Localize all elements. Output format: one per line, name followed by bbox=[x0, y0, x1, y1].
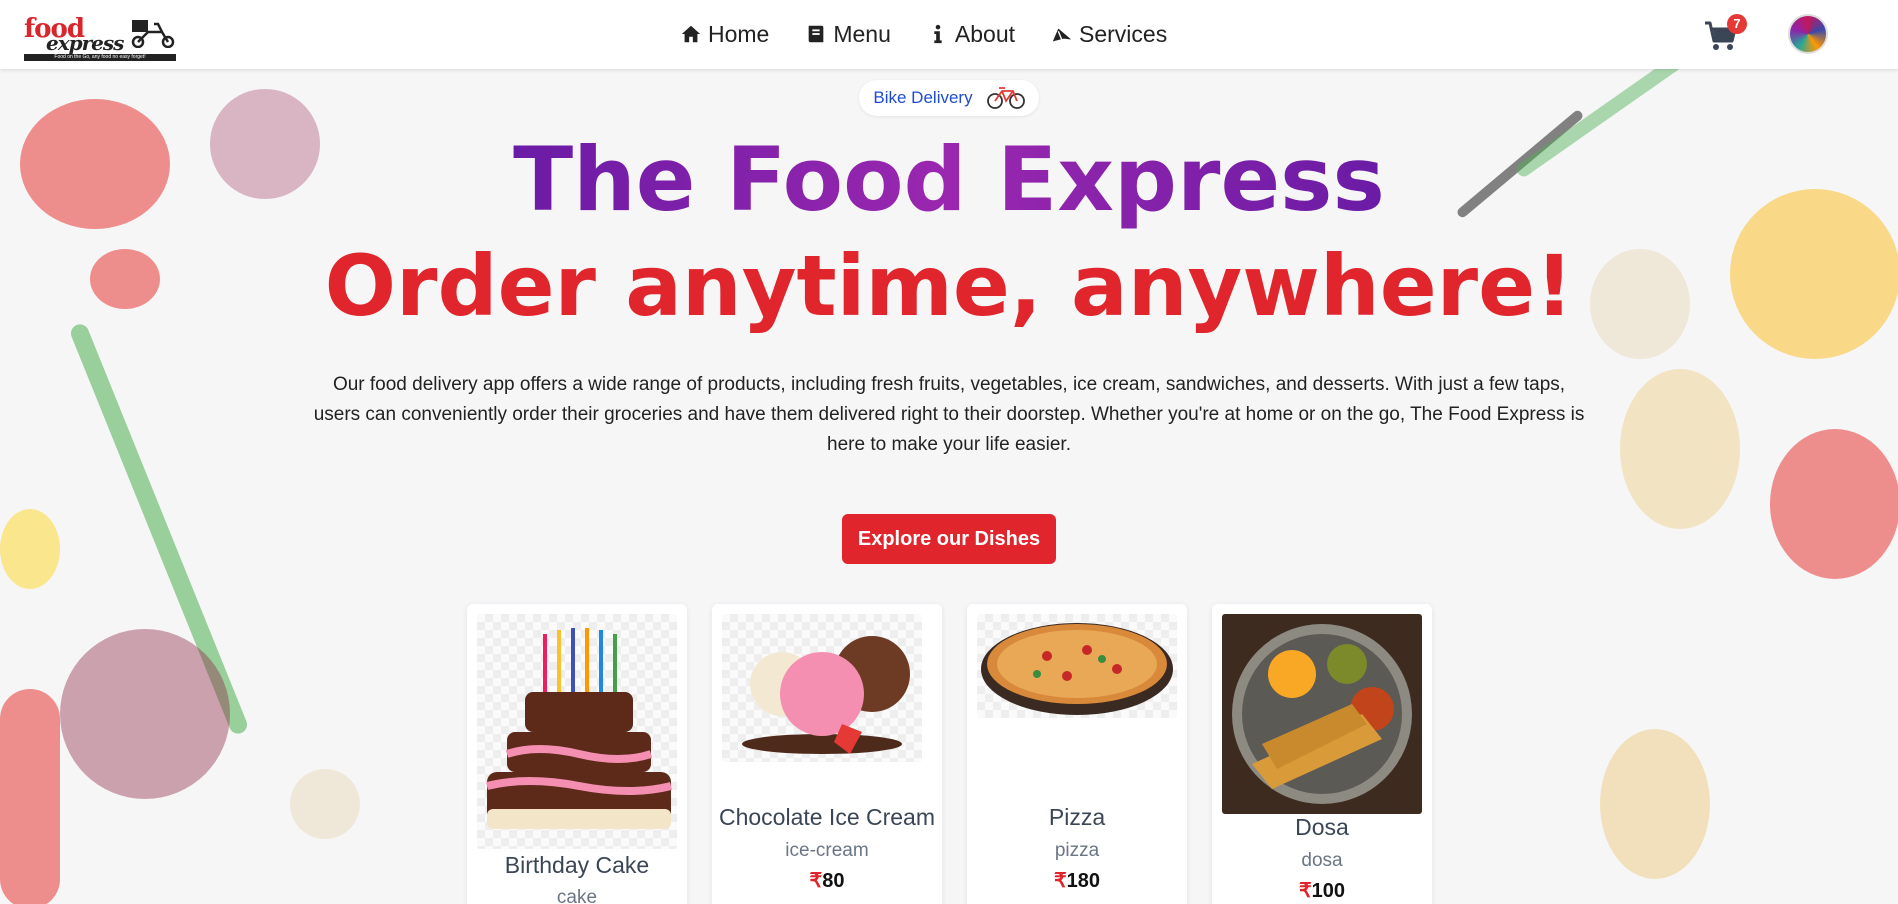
user-avatar[interactable] bbox=[1788, 14, 1828, 54]
onion-decoration bbox=[290, 769, 360, 839]
dish-category: pizza bbox=[1054, 840, 1100, 861]
nav-home-label: Home bbox=[708, 20, 770, 47]
dish-category: dosa bbox=[1301, 850, 1343, 871]
dosa-image bbox=[1222, 614, 1422, 814]
currency-symbol: ₹ bbox=[1298, 880, 1312, 902]
hero-description: Our food delivery app offers a wide rang… bbox=[313, 374, 1585, 455]
hero-subtitle: Order anytime, anywhere! bbox=[324, 237, 1574, 335]
dish-name: Chocolate Ice Cream bbox=[718, 804, 936, 830]
hero-title-text: The Food Express bbox=[513, 128, 1385, 231]
dish-category: ice-cream bbox=[785, 840, 869, 861]
services-icon bbox=[1052, 28, 1072, 42]
logo-word-express: express bbox=[46, 31, 124, 55]
spice-decoration-4 bbox=[1600, 729, 1710, 879]
currency-symbol: ₹ bbox=[809, 870, 823, 892]
dish-price-value: 180 bbox=[1066, 870, 1101, 892]
nav-menu-label: Menu bbox=[833, 20, 891, 47]
dish-name: Dosa bbox=[1295, 814, 1349, 840]
ice-cream-image bbox=[722, 614, 922, 762]
dish-name: Pizza bbox=[1048, 804, 1106, 830]
brand-logo[interactable]: food express Food on the Go, any food no… bbox=[24, 16, 176, 61]
nav-home[interactable]: Home bbox=[680, 18, 769, 50]
scooter-icon bbox=[131, 20, 175, 48]
nav-services-label: Services bbox=[1079, 20, 1168, 47]
dish-category: cake bbox=[556, 887, 598, 904]
home-icon bbox=[681, 25, 701, 43]
lemon-decoration bbox=[0, 509, 60, 589]
pizza-image bbox=[977, 614, 1177, 718]
bike-delivery-label: Bike Delivery bbox=[873, 88, 973, 107]
dish-card[interactable]: Birthday Cake cake bbox=[467, 604, 687, 904]
book-icon bbox=[809, 25, 824, 43]
dish-price: ₹80 bbox=[712, 868, 942, 893]
hero-title: The Food Express bbox=[0, 130, 1898, 230]
dish-card[interactable]: Chocolate Ice Cream ice-cream ₹80 bbox=[712, 604, 942, 904]
red-pepper-decoration bbox=[1770, 429, 1898, 579]
dish-price: ₹180 bbox=[967, 868, 1187, 893]
cart-count-badge: 7 bbox=[1727, 14, 1747, 34]
currency-symbol: ₹ bbox=[1053, 870, 1067, 892]
dish-name: Birthday Cake bbox=[504, 852, 650, 878]
dish-price-value: 80 bbox=[822, 870, 845, 892]
top-navbar: food express Food on the Go, any food no… bbox=[0, 0, 1898, 69]
nav-about[interactable]: About bbox=[927, 18, 1015, 50]
logo-tagline: Food on the Go, any food no easy forget! bbox=[24, 54, 176, 61]
cart-button[interactable]: 7 bbox=[1704, 14, 1747, 54]
spice-decoration-2 bbox=[60, 629, 230, 799]
main-nav: Home Menu About Services bbox=[680, 18, 1167, 50]
bike-delivery-pill: Bike Delivery bbox=[859, 80, 1039, 116]
info-icon bbox=[934, 24, 942, 44]
nav-menu[interactable]: Menu bbox=[805, 18, 891, 50]
dish-card[interactable]: Dosa dosa ₹100 bbox=[1212, 604, 1432, 904]
dish-price: ₹100 bbox=[1212, 878, 1432, 903]
explore-dishes-button[interactable]: Explore our Dishes bbox=[842, 514, 1056, 564]
nav-services[interactable]: Services bbox=[1051, 18, 1167, 50]
pepper-decoration bbox=[0, 689, 60, 904]
dish-price-value: 100 bbox=[1311, 880, 1346, 902]
dish-card[interactable]: Pizza pizza ₹180 bbox=[967, 604, 1187, 904]
spice-decoration-3 bbox=[1620, 369, 1740, 529]
cake-image bbox=[477, 614, 677, 849]
nav-about-label: About bbox=[954, 20, 1016, 47]
bicycle-icon bbox=[986, 87, 1025, 109]
